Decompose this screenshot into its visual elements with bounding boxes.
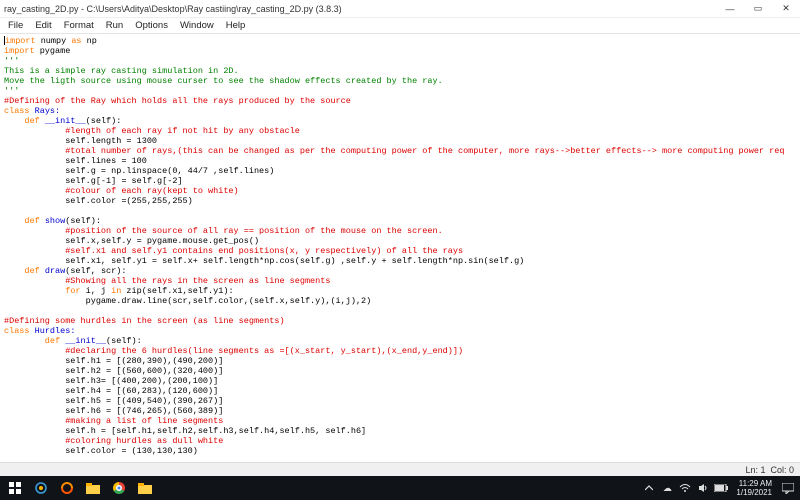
code-editor[interactable]: import numpy as np import pygame ''' Thi… — [0, 34, 800, 462]
menu-run[interactable]: Run — [100, 20, 129, 31]
menu-edit[interactable]: Edit — [29, 20, 57, 31]
taskbar-app-2[interactable] — [54, 476, 80, 500]
menubar: File Edit Format Run Options Window Help — [0, 18, 800, 34]
status-col: Col: 0 — [770, 465, 794, 475]
minimize-button[interactable]: — — [716, 0, 744, 18]
battery-icon[interactable] — [714, 484, 728, 492]
kw-def: def — [4, 216, 40, 226]
taskbar: ☁ 11:29 AM 1/19/2021 — [0, 476, 800, 500]
onedrive-icon[interactable]: ☁ — [660, 483, 674, 494]
menu-file[interactable]: File — [2, 20, 29, 31]
chrome-icon — [113, 482, 125, 494]
kw-def: def — [4, 116, 40, 126]
date-text: 1/19/2021 — [736, 488, 772, 497]
maximize-button[interactable]: ▭ — [744, 0, 772, 18]
taskbar-folder[interactable] — [132, 476, 158, 500]
titlebar[interactable]: ray_casting_2D.py - C:\Users\Aditya\Desk… — [0, 0, 800, 18]
statusbar: Ln: 1 Col: 0 — [0, 462, 800, 476]
taskbar-chrome[interactable] — [106, 476, 132, 500]
status-ln: Ln: 1 — [745, 465, 765, 475]
clock[interactable]: 11:29 AM 1/19/2021 — [732, 479, 776, 497]
menu-options[interactable]: Options — [129, 20, 174, 31]
kw-def: def — [4, 266, 40, 276]
title-text: ray_casting_2D.py - C:\Users\Aditya\Desk… — [4, 4, 342, 14]
kw-import: import — [5, 36, 36, 46]
volume-icon[interactable] — [696, 483, 710, 493]
time-text: 11:29 AM — [739, 479, 772, 488]
menu-window[interactable]: Window — [174, 20, 220, 31]
window-controls: — ▭ ✕ — [716, 0, 800, 18]
kw-def: def — [4, 336, 60, 346]
kw-class: class — [4, 106, 30, 116]
wifi-icon[interactable] — [678, 483, 692, 493]
taskbar-file-explorer[interactable] — [80, 476, 106, 500]
menu-help[interactable]: Help — [220, 20, 252, 31]
kw-for: for — [4, 286, 81, 296]
menu-format[interactable]: Format — [58, 20, 100, 31]
notifications-icon[interactable] — [780, 481, 796, 495]
system-tray: ☁ 11:29 AM 1/19/2021 — [642, 479, 798, 497]
tray-overflow-icon[interactable] — [642, 484, 656, 492]
kw-in: in — [111, 286, 121, 296]
idle-window: ray_casting_2D.py - C:\Users\Aditya\Desk… — [0, 0, 800, 500]
kw-as: as — [71, 36, 81, 46]
taskbar-app-1[interactable] — [28, 476, 54, 500]
start-button[interactable] — [2, 476, 28, 500]
kw-import: import — [4, 46, 35, 56]
close-button[interactable]: ✕ — [772, 0, 800, 18]
kw-class: class — [4, 326, 30, 336]
